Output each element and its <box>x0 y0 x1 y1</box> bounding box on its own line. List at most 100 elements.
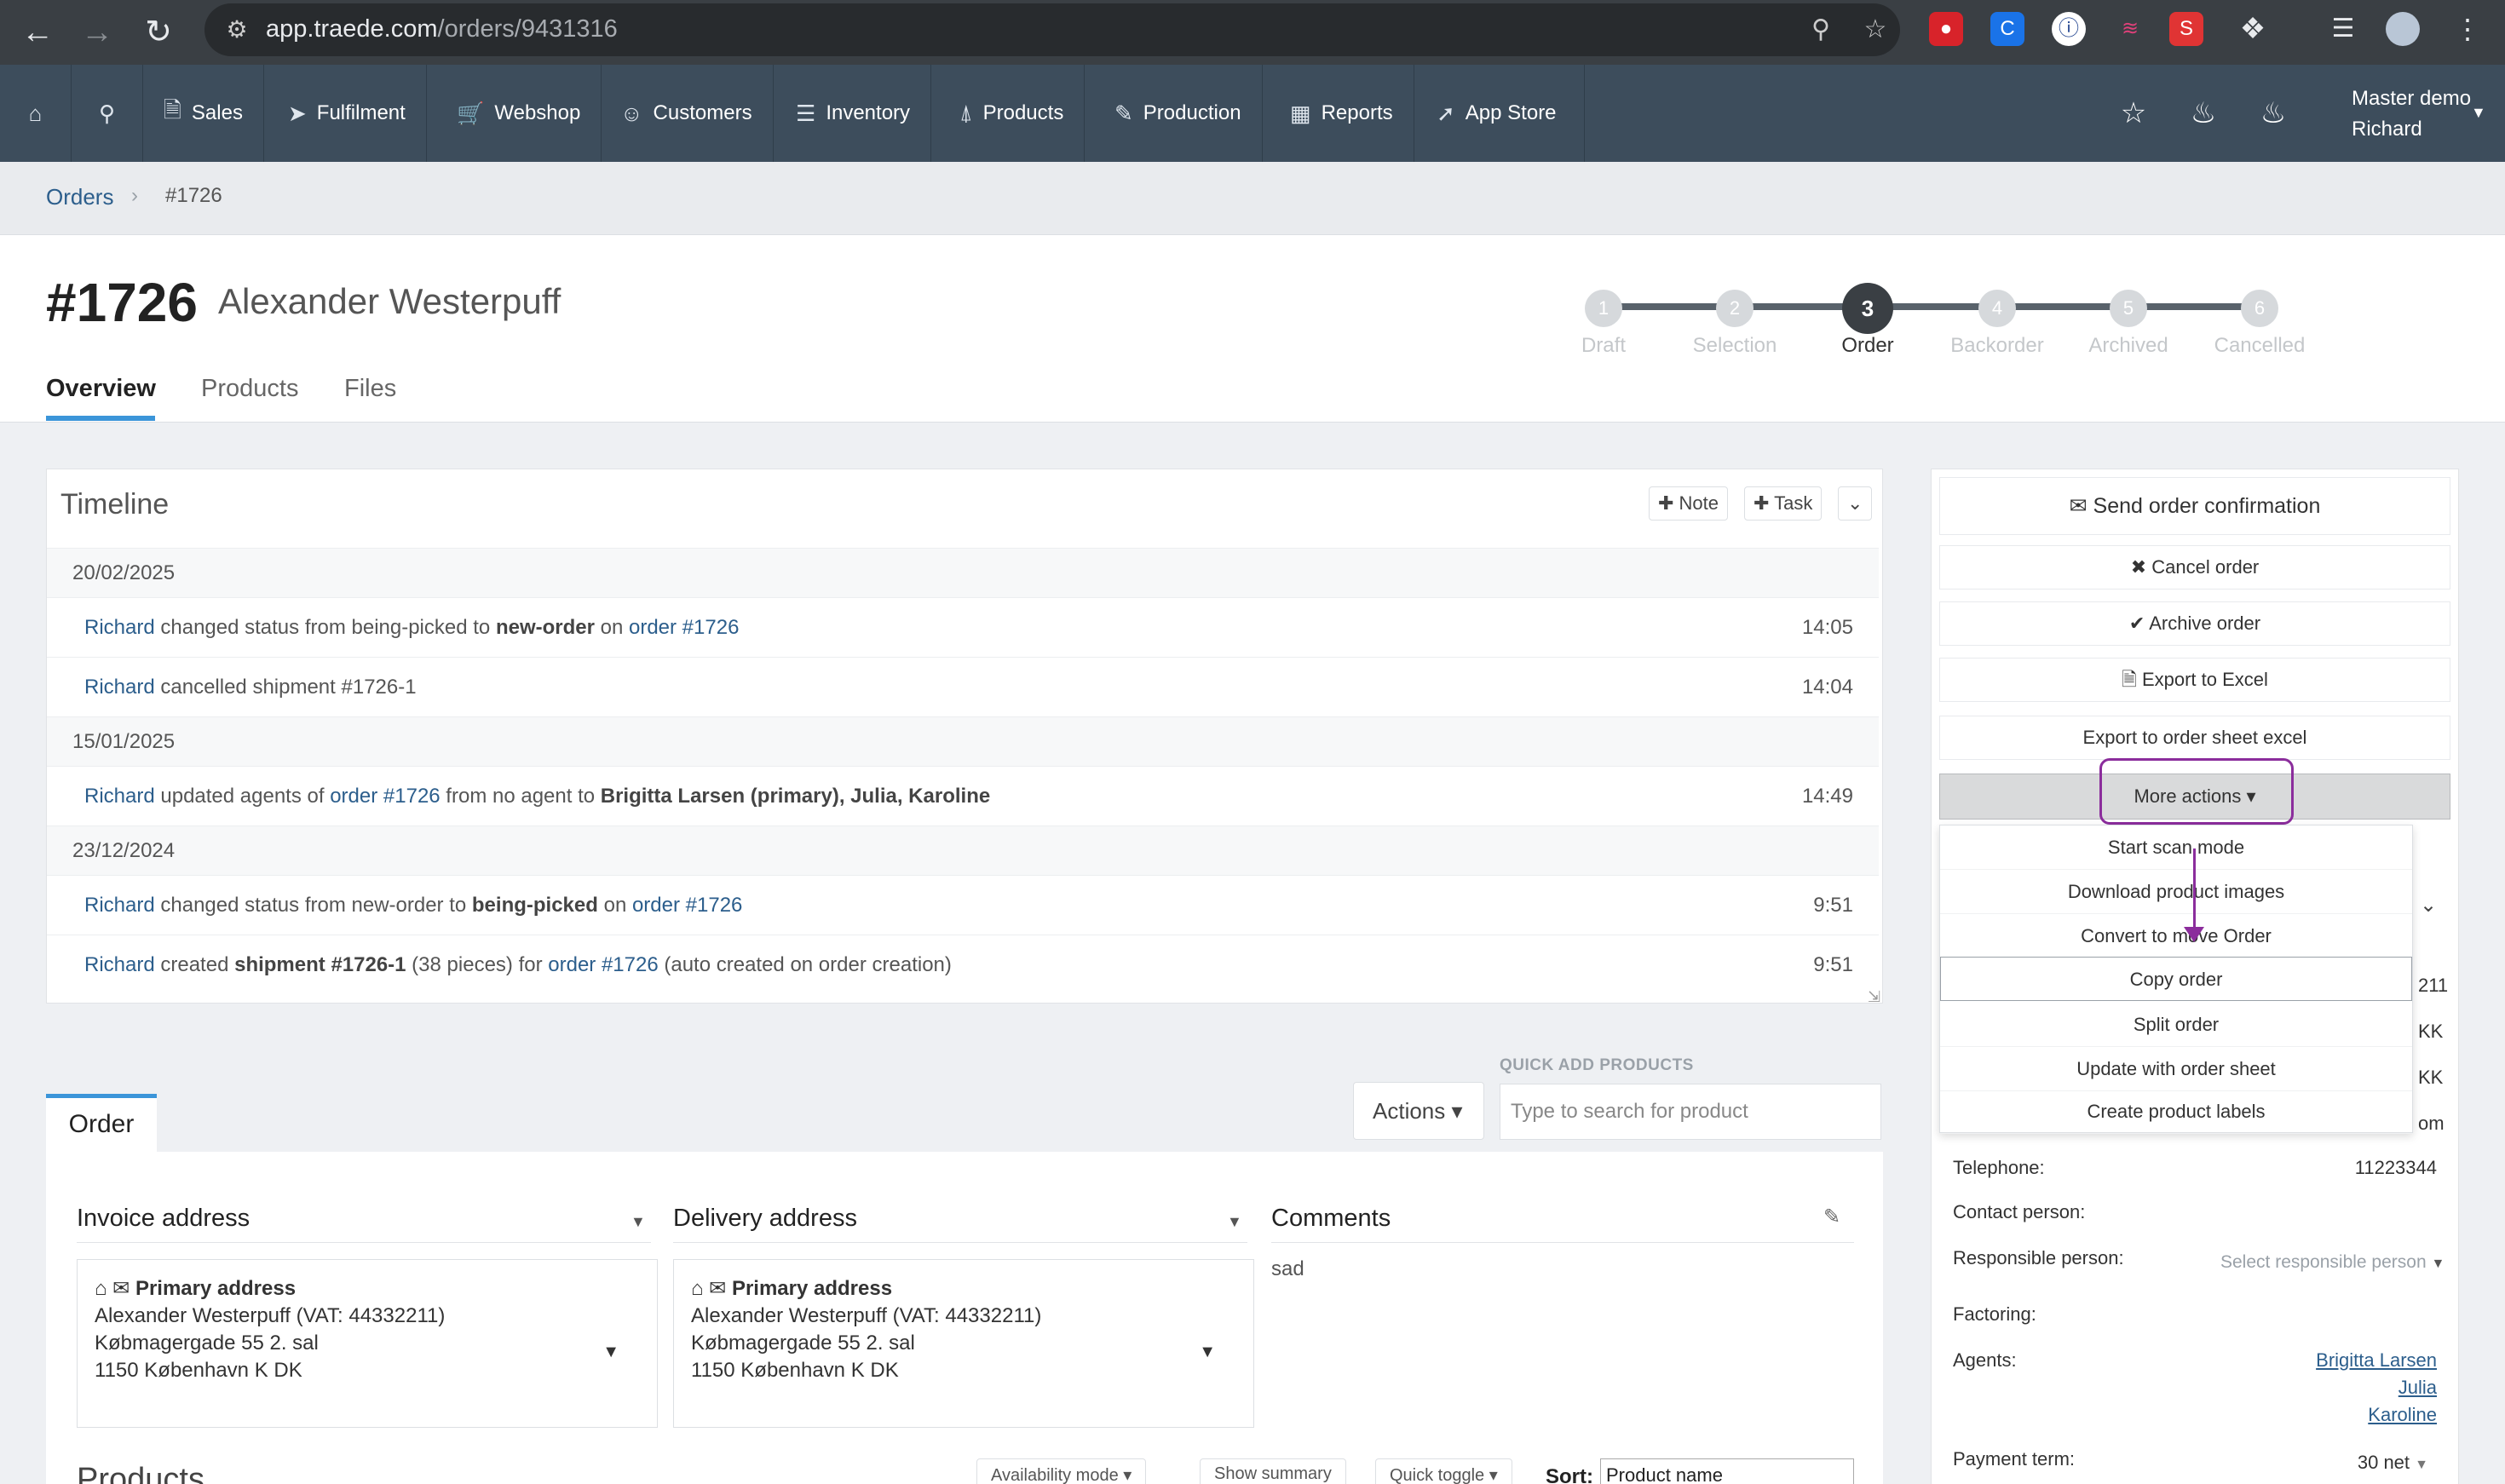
nav-reports[interactable]: ▦ Reports <box>1270 65 1414 162</box>
profile-avatar-icon[interactable] <box>2386 12 2420 46</box>
nav-sales[interactable]: 🗎 Sales <box>143 65 264 162</box>
forward-icon[interactable]: → <box>73 9 121 56</box>
bell-icon[interactable]: ♨ <box>2239 65 2307 162</box>
menu-item-create-product-labels[interactable]: Create product labels <box>1940 1090 2412 1134</box>
tab-products[interactable]: Products <box>201 375 298 403</box>
export-excel-button[interactable]: 🗎 Export to Excel <box>1939 658 2450 702</box>
show-summary-button[interactable]: Show summary <box>1200 1458 1346 1484</box>
cancel-order-button[interactable]: ✖ Cancel order <box>1939 545 2450 590</box>
timeline-entry: Richard changed status from being-picked… <box>47 597 1879 657</box>
home-icon[interactable]: ⌂ <box>0 65 72 162</box>
chevron-down-icon[interactable]: ⌄ <box>1838 486 1873 521</box>
user-link[interactable]: Richard <box>84 953 155 976</box>
nav-webshop[interactable]: 🛒 Webshop <box>436 65 602 162</box>
address-bar[interactable]: ⚙ app.traede.com/orders/9431316 ⚲ ☆ <box>204 3 1900 56</box>
step-backorder[interactable]: 4 <box>1978 290 2016 327</box>
delivery-address-card[interactable]: ⌂ ✉ Primary address Alexander Westerpuff… <box>673 1259 1254 1428</box>
edit-pencil-icon[interactable]: ✎ <box>1823 1205 1840 1229</box>
add-task-button[interactable]: ✚ Task <box>1744 486 1823 521</box>
menu-item-copy-order[interactable]: Copy order <box>1940 957 2412 1001</box>
menu-item-split-order[interactable]: Split order <box>1940 1003 2412 1047</box>
order-link[interactable]: order #1726 <box>629 616 739 639</box>
extension-icon[interactable]: ● <box>1929 12 1963 46</box>
reload-icon[interactable]: ↻ <box>135 9 182 56</box>
agent-link[interactable]: Julia <box>2266 1377 2437 1399</box>
favorites-star-icon[interactable]: ☆ <box>2099 65 2168 162</box>
nav-customers[interactable]: ☺ Customers <box>600 65 774 162</box>
chevron-down-icon[interactable]: ▼ <box>631 1213 646 1231</box>
user-menu[interactable]: Master demo Richard <box>2352 83 2471 145</box>
actions-dropdown-button[interactable]: Actions ▾ <box>1353 1082 1484 1140</box>
menu-item-download-product-images[interactable]: Download product images <box>1940 870 2412 914</box>
order-header: #1726 Alexander Westerpuff Overview Prod… <box>0 235 2505 423</box>
products-section-title: Products <box>77 1462 204 1484</box>
back-icon[interactable]: ← <box>14 9 61 56</box>
chevron-down-icon[interactable]: ⌄ <box>2420 893 2437 917</box>
chevron-down-icon[interactable]: ▼ <box>2471 104 2486 122</box>
agents-label: Agents: <box>1953 1349 2017 1371</box>
user-link[interactable]: Richard <box>84 894 155 917</box>
menu-item-update-with-order-sheet[interactable]: Update with order sheet <box>1940 1047 2412 1091</box>
tab-files[interactable]: Files <box>344 375 396 403</box>
site-settings-icon[interactable]: ⚙ <box>220 13 254 47</box>
nav-app-store[interactable]: ➚ App Store <box>1416 65 1585 162</box>
breadcrumb-orders-link[interactable]: Orders <box>46 184 113 210</box>
extension-icon[interactable]: S <box>2169 12 2203 46</box>
agent-link[interactable]: Karoline <box>2266 1404 2437 1426</box>
agent-link[interactable]: Brigitta Larsen <box>2266 1349 2437 1372</box>
step-cancelled[interactable]: 6 <box>2241 290 2278 327</box>
reading-list-icon[interactable]: ☰ <box>2326 12 2360 46</box>
export-order-sheet-button[interactable]: Export to order sheet excel <box>1939 716 2450 760</box>
flame-icon[interactable]: ♨ <box>2169 65 2237 162</box>
password-manager-icon[interactable]: ⓘ <box>2052 12 2086 46</box>
comment-text: sad <box>1271 1257 1304 1280</box>
nav-inventory[interactable]: ☰ Inventory <box>775 65 932 162</box>
step-selection[interactable]: 2 <box>1716 290 1754 327</box>
search-icon[interactable]: ⚲ <box>72 65 143 162</box>
send-order-confirmation-button[interactable]: ✉ Send order confirmation <box>1939 477 2450 535</box>
tab-order[interactable]: Order <box>46 1094 157 1153</box>
quick-toggle-button[interactable]: Quick toggle ▾ <box>1375 1458 1512 1484</box>
menu-item-start-scan-mode[interactable]: Start scan mode <box>1940 825 2412 870</box>
extension-icon[interactable]: C <box>1990 12 2024 46</box>
menu-item-convert-to-move-order[interactable]: Convert to move Order <box>1940 914 2412 958</box>
nav-fulfilment[interactable]: ➤ Fulfilment <box>268 65 427 162</box>
chevron-down-icon: ▼ <box>2431 1257 2445 1271</box>
breadcrumb-current: #1726 <box>165 184 222 207</box>
order-link[interactable]: order #1726 <box>548 953 658 976</box>
order-link[interactable]: order #1726 <box>330 785 440 808</box>
archive-order-button[interactable]: ✔ Archive order <box>1939 601 2450 646</box>
telephone-value: 11223344 <box>2354 1157 2437 1178</box>
step-order[interactable]: 3 <box>1842 283 1893 334</box>
timeline-time: 14:04 <box>1801 676 1853 699</box>
tab-overview[interactable]: Overview <box>46 375 156 403</box>
user-link[interactable]: Richard <box>84 616 155 639</box>
invoice-address-card[interactable]: ⌂ ✉ Primary address Alexander Westerpuff… <box>77 1259 658 1428</box>
url-text[interactable]: app.traede.com/orders/9431316 <box>266 15 618 43</box>
bookmark-star-icon[interactable]: ☆ <box>1857 12 1893 48</box>
resize-handle-icon[interactable]: ⇲ <box>1868 988 1880 1006</box>
availability-mode-button[interactable]: Availability mode ▾ <box>976 1458 1147 1484</box>
sort-select[interactable]: Product name <box>1600 1458 1854 1484</box>
step-archived[interactable]: 5 <box>2110 290 2147 327</box>
browser-menu-icon[interactable]: ⋮ <box>2450 12 2485 46</box>
chart-icon: ▦ <box>1290 100 1311 126</box>
extensions-puzzle-icon[interactable]: ❖ <box>2236 12 2270 46</box>
quick-add-product-input[interactable]: Type to search for product <box>1500 1084 1881 1140</box>
user-link[interactable]: Richard <box>84 785 155 808</box>
order-link[interactable]: order #1726 <box>632 894 742 917</box>
zoom-icon[interactable]: ⚲ <box>1803 12 1839 48</box>
nav-products[interactable]: ⍋ Products <box>939 65 1086 162</box>
annotation-arrow <box>2193 848 2196 932</box>
step-draft[interactable]: 1 <box>1585 290 1622 327</box>
chevron-down-icon[interactable]: ▼ <box>1199 1338 1216 1366</box>
contact-person-label: Contact person: <box>1953 1201 2086 1222</box>
user-link[interactable]: Richard <box>84 676 155 699</box>
chevron-down-icon[interactable]: ▼ <box>1227 1213 1242 1231</box>
responsible-person-select[interactable]: Select responsible person ▼ <box>2220 1252 2445 1273</box>
audio-wave-icon[interactable]: ≋ <box>2113 12 2147 46</box>
add-note-button[interactable]: ✚ Note <box>1649 486 1729 521</box>
chevron-down-icon[interactable]: ▼ <box>602 1338 619 1366</box>
payment-term-select[interactable]: 30 net ▼ <box>2301 1452 2428 1474</box>
nav-production[interactable]: ✎ Production <box>1094 65 1263 162</box>
